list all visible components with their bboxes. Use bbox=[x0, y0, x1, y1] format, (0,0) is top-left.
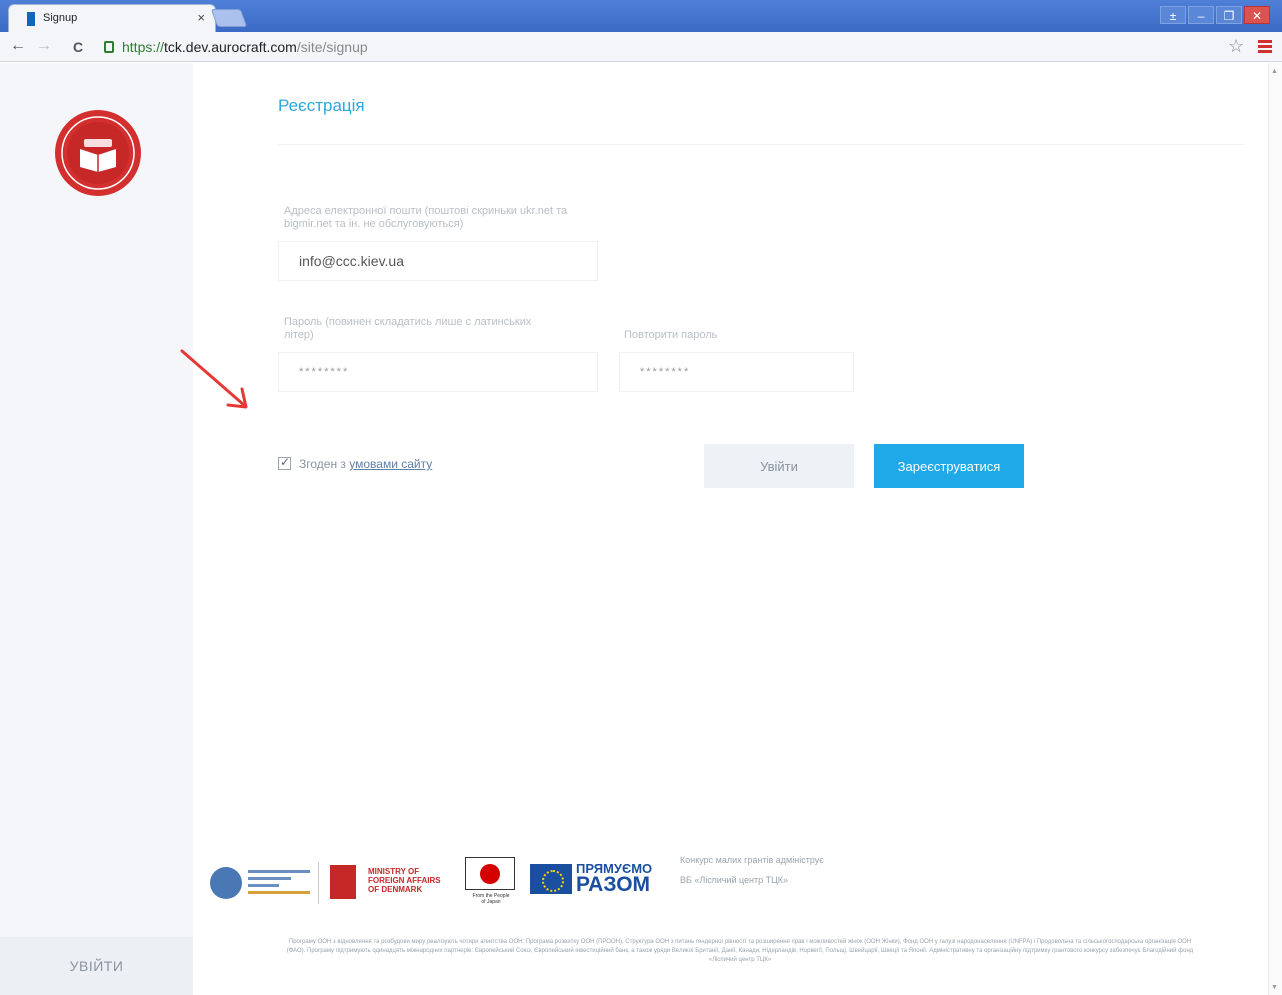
url-scheme: https:// bbox=[122, 39, 165, 55]
agree-checkbox[interactable] bbox=[278, 455, 291, 470]
scroll-down-arrow-icon[interactable]: ▼ bbox=[1271, 984, 1278, 991]
email-field[interactable] bbox=[278, 241, 598, 281]
browser-tab[interactable]: Signup × bbox=[8, 4, 216, 32]
profile-icon[interactable]: ± bbox=[1160, 6, 1186, 24]
lock-icon bbox=[104, 41, 114, 53]
footer-disclaimer: Програму ООН з відновлення та розбудови … bbox=[286, 939, 1194, 963]
close-window-button[interactable]: ✕ bbox=[1244, 6, 1270, 24]
annotation-arrow-icon bbox=[180, 349, 248, 409]
new-tab-button[interactable] bbox=[210, 9, 248, 27]
tab-title: Signup bbox=[43, 12, 78, 24]
browser-titlebar: Signup × ± – ❐ ✕ bbox=[0, 0, 1282, 32]
back-arrow-icon[interactable]: ← bbox=[8, 37, 28, 55]
page-favicon-icon bbox=[27, 12, 35, 26]
browser-toolbar: ← → C https://tck.dev.aurocraft.com/site… bbox=[0, 32, 1282, 62]
repeat-password-label: Повторити пароль bbox=[624, 329, 718, 341]
terms-agreement: Згоден з умовами сайту bbox=[278, 455, 432, 471]
japan-caption: From the People of Japan bbox=[472, 893, 510, 905]
denmark-crown-icon bbox=[330, 865, 356, 899]
login-button[interactable]: Увійти bbox=[704, 444, 854, 488]
un-programme-logo bbox=[248, 870, 310, 896]
reload-icon[interactable]: C bbox=[68, 39, 88, 55]
razom-text: РАЗОМ bbox=[576, 873, 651, 896]
url-text: https://tck.dev.aurocraft.com/site/signu… bbox=[122, 36, 368, 58]
site-logo-seal[interactable] bbox=[54, 109, 142, 197]
japan-flag-icon bbox=[465, 857, 515, 890]
password-label: Пароль (повинен складатись лише с латинс… bbox=[284, 316, 532, 341]
email-label: Адреса електронної пошти (поштові скринь… bbox=[284, 205, 568, 230]
agree-prefix: Згоден з bbox=[299, 457, 346, 471]
close-tab-icon[interactable]: × bbox=[197, 10, 205, 25]
page-title: Реєстрація bbox=[278, 96, 365, 115]
repeat-password-field[interactable] bbox=[619, 352, 854, 392]
chrome-menu-icon[interactable] bbox=[1258, 40, 1272, 54]
sidebar bbox=[0, 63, 193, 995]
denmark-mfa-text: MINISTRY OF FOREIGN AFFAIRS OF DENMARK bbox=[368, 867, 441, 894]
title-divider bbox=[278, 144, 1244, 145]
contest-text: Конкурс малих грантів адмініструє ВБ «Лі… bbox=[680, 855, 824, 885]
maximize-button[interactable]: ❐ bbox=[1216, 6, 1242, 24]
eu-flag-icon bbox=[530, 864, 572, 894]
bookmark-star-icon[interactable]: ☆ bbox=[1228, 36, 1244, 57]
scroll-up-arrow-icon[interactable]: ▲ bbox=[1271, 68, 1278, 75]
minimize-button[interactable]: – bbox=[1188, 6, 1214, 24]
url-path: /site/signup bbox=[296, 39, 368, 55]
forward-arrow-icon[interactable]: → bbox=[34, 37, 54, 55]
address-bar[interactable]: https://tck.dev.aurocraft.com/site/signu… bbox=[100, 36, 1250, 58]
register-button[interactable]: Зареєструватися bbox=[874, 444, 1024, 488]
logo-divider bbox=[318, 862, 319, 904]
page-scrollbar[interactable] bbox=[1268, 63, 1282, 995]
un-emblem-icon bbox=[210, 867, 242, 899]
sidebar-login-link[interactable]: УВІЙТИ bbox=[0, 937, 193, 995]
terms-link[interactable]: умовами сайту bbox=[349, 457, 432, 471]
password-field[interactable] bbox=[278, 352, 598, 392]
url-host: tck.dev.aurocraft.com bbox=[164, 39, 297, 55]
